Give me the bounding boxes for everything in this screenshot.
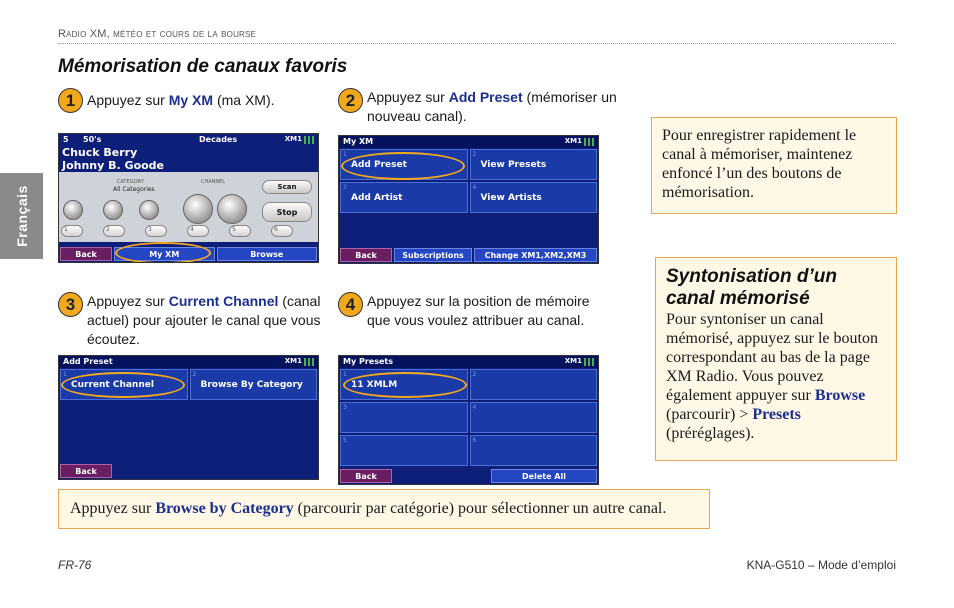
document-title: KNA-G510 – Mode d’emploi (746, 558, 896, 572)
category-prev-icon[interactable] (103, 200, 123, 220)
bottom-bar: Back (59, 463, 318, 479)
step-text: Appuyez sur Add Preset (mémoriser un nou… (367, 89, 617, 124)
preset-slot[interactable]: 3 (340, 402, 468, 433)
step-number-badge: 3 (58, 292, 83, 317)
stop-button[interactable]: Stop (262, 202, 312, 222)
tip-body: Pour syntoniser un canal mémorisé, appuy… (666, 311, 878, 442)
back-button[interactable]: Back (60, 464, 112, 478)
back-button[interactable]: Back (60, 247, 112, 261)
highlight-ring (61, 372, 185, 398)
step-text: Appuyez sur la position de mémoire que v… (367, 293, 590, 328)
channel-label: CHANNEL (201, 179, 226, 185)
browse-by-category-button[interactable]: 2 Browse By Category (189, 369, 317, 400)
screenshot-my-presets: My Presets XM1 1 11 XMLM 2 3 4 5 6 Back De… (338, 355, 599, 485)
browse-button[interactable]: Browse (216, 247, 317, 261)
preset-button[interactable]: 5 (229, 225, 251, 237)
category-name: Decades (199, 135, 238, 144)
artist-song: Chuck Berry Johnny B. Goode (62, 146, 165, 172)
signal-icon (304, 136, 314, 144)
category-next-icon[interactable] (139, 200, 159, 220)
screen-titlebar: Add Preset XM1 (59, 356, 318, 368)
preset-slot[interactable]: 5 (340, 435, 468, 466)
preset-button[interactable]: 3 (145, 225, 167, 237)
xm-band: XM1 (284, 135, 302, 143)
section-title: Mémorisation de canaux favoris (58, 56, 348, 77)
highlight-ring (343, 372, 467, 398)
preset-button[interactable]: 2 (103, 225, 125, 237)
highlight-ring (115, 242, 211, 262)
preset-slot[interactable]: 4 (469, 402, 597, 433)
delete-all-button[interactable]: Delete All (491, 469, 597, 483)
bottom-bar: Back Subscriptions Change XM1,XM2,XM3 (339, 247, 598, 263)
step-4: 4 Appuyez sur la position de mémoire que… (338, 292, 608, 330)
channel-down-icon[interactable] (183, 194, 213, 224)
category-value: All Categories (113, 186, 155, 193)
signal-icon (304, 358, 314, 366)
tip-browse-category: Appuyez sur Browse by Category (parcouri… (58, 489, 710, 529)
signal-icon (584, 138, 594, 146)
step-text: Appuyez sur My XM (ma XM). (87, 92, 275, 108)
preset-slot[interactable]: 6 (469, 435, 597, 466)
preset-button[interactable]: 4 (187, 225, 209, 237)
preset-button[interactable]: 1 (61, 225, 83, 237)
highlight-ring (341, 152, 465, 180)
page-number: FR-76 (58, 558, 92, 572)
step-3: 3 Appuyez sur Current Channel (canal act… (58, 292, 323, 349)
screen-titlebar: My Presets XM1 (339, 356, 598, 368)
step-2: 2 Appuyez sur Add Preset (mémoriser un n… (338, 88, 620, 126)
tip-tune-preset: Syntonisation d’un canal mémorisé Pour s… (655, 257, 897, 461)
view-artists-button[interactable]: 4 View Artists (469, 182, 597, 213)
channel-up-icon[interactable] (217, 194, 247, 224)
step-number-badge: 2 (338, 88, 363, 113)
running-header: Radio XM, météo et cours de la bourse (58, 28, 257, 40)
radio-info-area: 5 50's Decades XM1 Chuck Berry Johnny B. … (59, 134, 318, 172)
channel-name: 50's (83, 135, 102, 144)
screenshot-my-xm: My XM XM1 1 Add Preset 2 View Presets 3 Add … (338, 135, 599, 264)
screenshot-add-preset: Add Preset XM1 1 Current Channel 2 Browse B… (58, 355, 319, 480)
channel-number: 5 (63, 135, 69, 144)
preset-button[interactable]: 6 (271, 225, 293, 237)
subscriptions-button[interactable]: Subscriptions (394, 248, 472, 262)
speaker-icon[interactable] (63, 200, 83, 220)
radio-control-panel: CATEGORY All Categories CHANNEL Scan Sto… (59, 172, 318, 242)
signal-icon (584, 358, 594, 366)
step-number-badge: 4 (338, 292, 363, 317)
change-xm-button[interactable]: Change XM1,XM2,XM3 (474, 248, 597, 262)
bottom-bar: Back Delete All (339, 468, 598, 484)
category-label: CATEGORY (117, 179, 144, 185)
screenshot-xm-radio: 5 50's Decades XM1 Chuck Berry Johnny B. … (58, 133, 319, 263)
step-1: 1 Appuyez sur My XM (ma XM). (58, 88, 318, 113)
add-artist-button[interactable]: 3 Add Artist (340, 182, 468, 213)
language-tab-label: Français (13, 185, 30, 247)
language-tab: Français (0, 173, 43, 259)
preset-slot[interactable]: 2 (469, 369, 597, 400)
screen-titlebar: My XM XM1 (339, 136, 598, 148)
back-button[interactable]: Back (340, 248, 392, 262)
back-button[interactable]: Back (340, 469, 392, 483)
step-number-badge: 1 (58, 88, 83, 113)
header-divider (58, 43, 896, 44)
scan-button[interactable]: Scan (262, 180, 312, 194)
view-presets-button[interactable]: 2 View Presets (469, 149, 597, 180)
step-text: Appuyez sur Current Channel (canal actue… (87, 293, 321, 347)
tip-quick-save: Pour enregistrer rapidement le canal à m… (651, 117, 897, 214)
tip-title: Syntonisation d’un canal mémorisé (666, 266, 837, 309)
